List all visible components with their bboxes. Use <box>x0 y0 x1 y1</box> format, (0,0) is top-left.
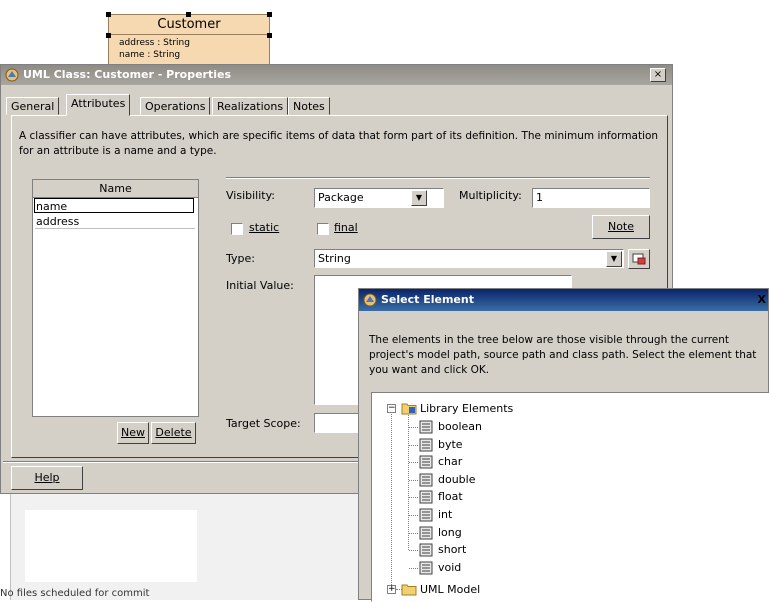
new-button[interactable]: New <box>117 422 149 444</box>
tree-item[interactable]: short <box>438 541 466 558</box>
uml-class-divider <box>109 34 269 35</box>
tree-connector <box>409 479 418 481</box>
class-icon <box>419 473 433 487</box>
type-label: Type: <box>226 252 255 265</box>
chevron-down-icon[interactable]: ▼ <box>606 251 622 267</box>
delete-button[interactable]: Delete <box>151 422 196 444</box>
properties-title: UML Class: Customer - Properties <box>23 68 231 81</box>
close-button[interactable]: × <box>650 68 666 82</box>
list-header[interactable]: Name <box>33 180 198 198</box>
tree-connector <box>409 462 418 464</box>
tab-attributes[interactable]: Attributes <box>66 94 131 116</box>
tree-item-uml-model[interactable]: UML Model <box>420 581 480 598</box>
attributes-list[interactable]: Name name address <box>32 179 199 417</box>
static-label: static <box>249 221 280 234</box>
visibility-label: Visibility: <box>226 189 276 202</box>
class-icon <box>419 490 433 504</box>
tree-item[interactable]: char <box>438 453 462 470</box>
tree-connector <box>409 550 418 552</box>
divider <box>226 177 650 179</box>
tab-operations[interactable]: Operations <box>140 97 211 115</box>
multiplicity-label: Multiplicity: <box>459 189 522 202</box>
tree-connector <box>409 515 418 516</box>
folder-icon <box>401 584 417 596</box>
tree-connector <box>409 532 418 534</box>
resize-handle[interactable] <box>186 12 191 17</box>
uml-class-name: Customer <box>157 17 221 32</box>
tree-item[interactable]: long <box>438 524 462 541</box>
tree-item-library-elements[interactable]: Library Elements <box>420 400 513 417</box>
tab-notes[interactable]: Notes <box>288 97 330 115</box>
browse-type-button[interactable] <box>628 249 650 269</box>
resize-handle[interactable] <box>267 33 272 38</box>
resize-handle[interactable] <box>267 12 272 17</box>
tree-item[interactable]: double <box>438 471 476 488</box>
static-checkbox[interactable] <box>231 223 243 235</box>
uml-attribute: address : String <box>119 38 190 48</box>
app-icon <box>363 293 377 307</box>
final-label: final <box>334 221 358 234</box>
help-button[interactable]: Help <box>11 466 83 490</box>
tree-item[interactable]: float <box>438 488 463 505</box>
app-icon <box>5 68 19 82</box>
close-button[interactable]: X <box>758 293 766 306</box>
select-element-description: The elements in the tree below are those… <box>369 334 757 376</box>
element-tree[interactable]: − Library Elements boolean byte char double… <box>371 392 769 602</box>
tree-connector <box>391 414 392 589</box>
tree-connector <box>409 427 418 428</box>
tree-connector <box>409 497 418 499</box>
chevron-down-icon[interactable]: ▼ <box>411 190 427 206</box>
final-checkbox[interactable] <box>317 223 329 235</box>
tree-connector <box>409 444 418 446</box>
select-element-title: Select Element <box>381 293 474 306</box>
expand-icon[interactable]: + <box>387 585 396 594</box>
class-icon <box>419 561 433 575</box>
tab-general[interactable]: General <box>6 97 60 115</box>
list-item[interactable]: address <box>35 214 195 229</box>
type-select[interactable]: String <box>314 249 624 268</box>
tree-item[interactable]: int <box>438 506 452 523</box>
tree-connector <box>408 415 409 550</box>
tree-connector <box>409 567 418 569</box>
class-icon <box>419 455 433 469</box>
class-icon <box>419 438 433 452</box>
properties-title-bar[interactable]: UML Class: Customer - Properties × <box>1 65 672 85</box>
list-item[interactable]: name <box>34 198 194 213</box>
class-icon <box>419 420 433 434</box>
select-element-dialog: Select Element X The elements in the tre… <box>358 288 769 602</box>
commit-status-text: No files scheduled for commit <box>0 588 150 599</box>
resize-handle[interactable] <box>106 33 111 38</box>
library-folder-icon <box>401 403 417 415</box>
class-icon <box>419 526 433 540</box>
uml-attribute: name : String <box>119 50 181 60</box>
select-element-title-bar[interactable]: Select Element X <box>359 289 768 311</box>
target-scope-label: Target Scope: <box>226 417 301 430</box>
tree-item[interactable]: void <box>438 559 461 576</box>
class-icon <box>419 543 433 557</box>
tree-item[interactable]: boolean <box>438 418 482 435</box>
uml-class-box[interactable]: Customer address : String name : String <box>108 14 270 66</box>
class-icon <box>419 508 433 522</box>
initial-value-label: Initial Value: <box>226 279 294 292</box>
resize-handle[interactable] <box>106 12 111 17</box>
note-button[interactable]: Note <box>592 215 650 239</box>
tree-item[interactable]: byte <box>438 436 463 453</box>
tab-realizations[interactable]: Realizations <box>212 97 289 115</box>
attributes-description: A classifier can have attributes, which … <box>19 130 659 157</box>
multiplicity-field[interactable]: 1 <box>532 188 650 208</box>
collapse-icon[interactable]: − <box>387 404 396 413</box>
background-pane <box>25 510 197 582</box>
browse-icon <box>632 253 646 265</box>
